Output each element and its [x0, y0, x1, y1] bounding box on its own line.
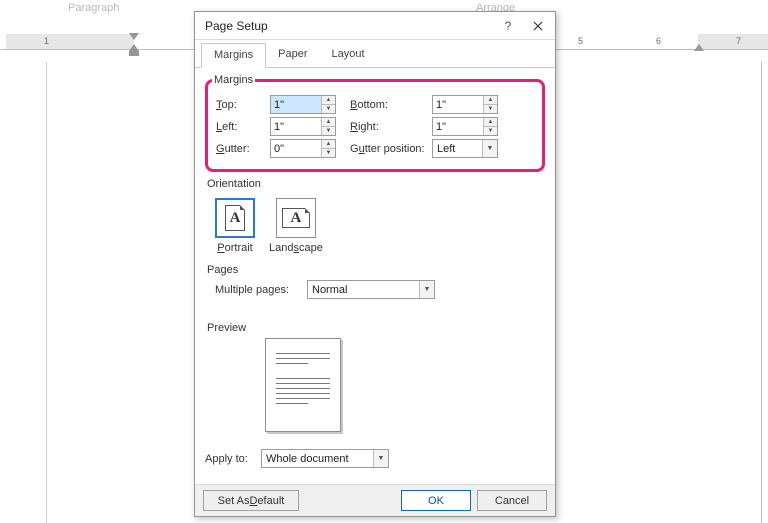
orientation-landscape[interactable]: A Landscape	[269, 198, 323, 254]
right-indent-marker[interactable]	[694, 44, 704, 51]
apply-to-combo[interactable]: Whole document ▼	[261, 449, 389, 468]
chevron-down-icon[interactable]: ▼	[482, 140, 497, 157]
multiple-pages-combo[interactable]: Normal ▼	[307, 280, 435, 299]
margin-left-spinner[interactable]: ▲▼	[270, 117, 336, 136]
label-gutter-position: Gutter position:	[336, 143, 432, 155]
gutter-input[interactable]	[271, 140, 321, 157]
gutter-down[interactable]: ▼	[322, 149, 335, 157]
margin-bottom-spinner[interactable]: ▲▼	[432, 95, 498, 114]
ok-button[interactable]: OK	[401, 490, 471, 511]
set-as-default-button[interactable]: Set As Default	[203, 490, 299, 511]
first-line-indent-marker[interactable]	[129, 33, 139, 40]
margin-left-up[interactable]: ▲	[322, 118, 335, 127]
close-button[interactable]	[521, 12, 555, 40]
ruler-tick-7: 7	[736, 36, 741, 46]
group-margins-legend: Margins	[212, 74, 255, 86]
margin-top-input[interactable]	[271, 96, 321, 113]
margin-left-input[interactable]	[271, 118, 321, 135]
cancel-button[interactable]: Cancel	[477, 490, 547, 511]
tab-margins[interactable]: Margins	[201, 43, 266, 68]
gutter-position-combo[interactable]: Left ▼	[432, 139, 498, 158]
margin-top-down[interactable]: ▼	[322, 105, 335, 113]
landscape-icon: A	[276, 198, 316, 238]
orientation-row: A Portrait A Landscape	[205, 194, 545, 258]
portrait-label: Portrait	[217, 242, 252, 254]
label-top: Top:	[216, 99, 270, 111]
gutter-up[interactable]: ▲	[322, 140, 335, 149]
titlebar: Page Setup ?	[195, 12, 555, 40]
button-bar: Set As Default OK Cancel	[195, 484, 555, 516]
dialog-title: Page Setup	[195, 19, 495, 33]
tab-layout[interactable]: Layout	[319, 43, 376, 68]
preview-page-icon	[265, 338, 341, 432]
landscape-label: Landscape	[269, 242, 323, 254]
tabs: Margins Paper Layout	[195, 42, 555, 68]
apply-to-value: Whole document	[262, 453, 373, 465]
margin-bottom-input[interactable]	[433, 96, 483, 113]
portrait-icon: A	[215, 198, 255, 238]
margin-top-spinner[interactable]: ▲▼	[270, 95, 336, 114]
margin-right-spinner[interactable]: ▲▼	[432, 117, 498, 136]
label-left: Left:	[216, 121, 270, 133]
ribbon-group-paragraph: Paragraph	[68, 2, 119, 14]
margin-right-input[interactable]	[433, 118, 483, 135]
ruler-tick-5: 5	[578, 36, 583, 46]
multiple-pages-value: Normal	[308, 284, 419, 296]
margin-left-down[interactable]: ▼	[322, 127, 335, 135]
group-orientation-legend: Orientation	[207, 178, 545, 190]
chevron-down-icon[interactable]: ▼	[419, 281, 434, 298]
ruler-tick-6: 6	[656, 36, 661, 46]
close-icon	[533, 21, 543, 31]
margin-top-up[interactable]: ▲	[322, 96, 335, 105]
margin-bottom-down[interactable]: ▼	[484, 105, 497, 113]
orientation-portrait[interactable]: A Portrait	[215, 198, 255, 254]
help-button[interactable]: ?	[495, 12, 521, 40]
label-bottom: Bottom:	[336, 99, 432, 111]
label-multiple-pages: Multiple pages:	[215, 284, 307, 296]
gutter-spinner[interactable]: ▲▼	[270, 139, 336, 158]
margin-right-down[interactable]: ▼	[484, 127, 497, 135]
label-right: Right:	[336, 121, 432, 133]
group-preview-legend: Preview	[207, 322, 545, 334]
margin-bottom-up[interactable]: ▲	[484, 96, 497, 105]
gutter-position-value: Left	[433, 143, 482, 155]
group-margins: Margins Top: ▲▼ Bottom: ▲▼ Left: ▲▼	[205, 74, 545, 172]
margin-right-up[interactable]: ▲	[484, 118, 497, 127]
ruler-tick-1: 1	[44, 36, 49, 46]
tab-paper[interactable]: Paper	[266, 43, 319, 68]
left-indent-marker[interactable]	[129, 51, 139, 56]
label-gutter: Gutter:	[216, 143, 270, 155]
label-apply-to: Apply to:	[205, 453, 261, 465]
page-setup-dialog: Page Setup ? Margins Paper Layout Margin…	[194, 11, 556, 517]
group-pages-legend: Pages	[207, 264, 545, 276]
hanging-indent-marker[interactable]	[129, 44, 139, 51]
chevron-down-icon[interactable]: ▼	[373, 450, 388, 467]
